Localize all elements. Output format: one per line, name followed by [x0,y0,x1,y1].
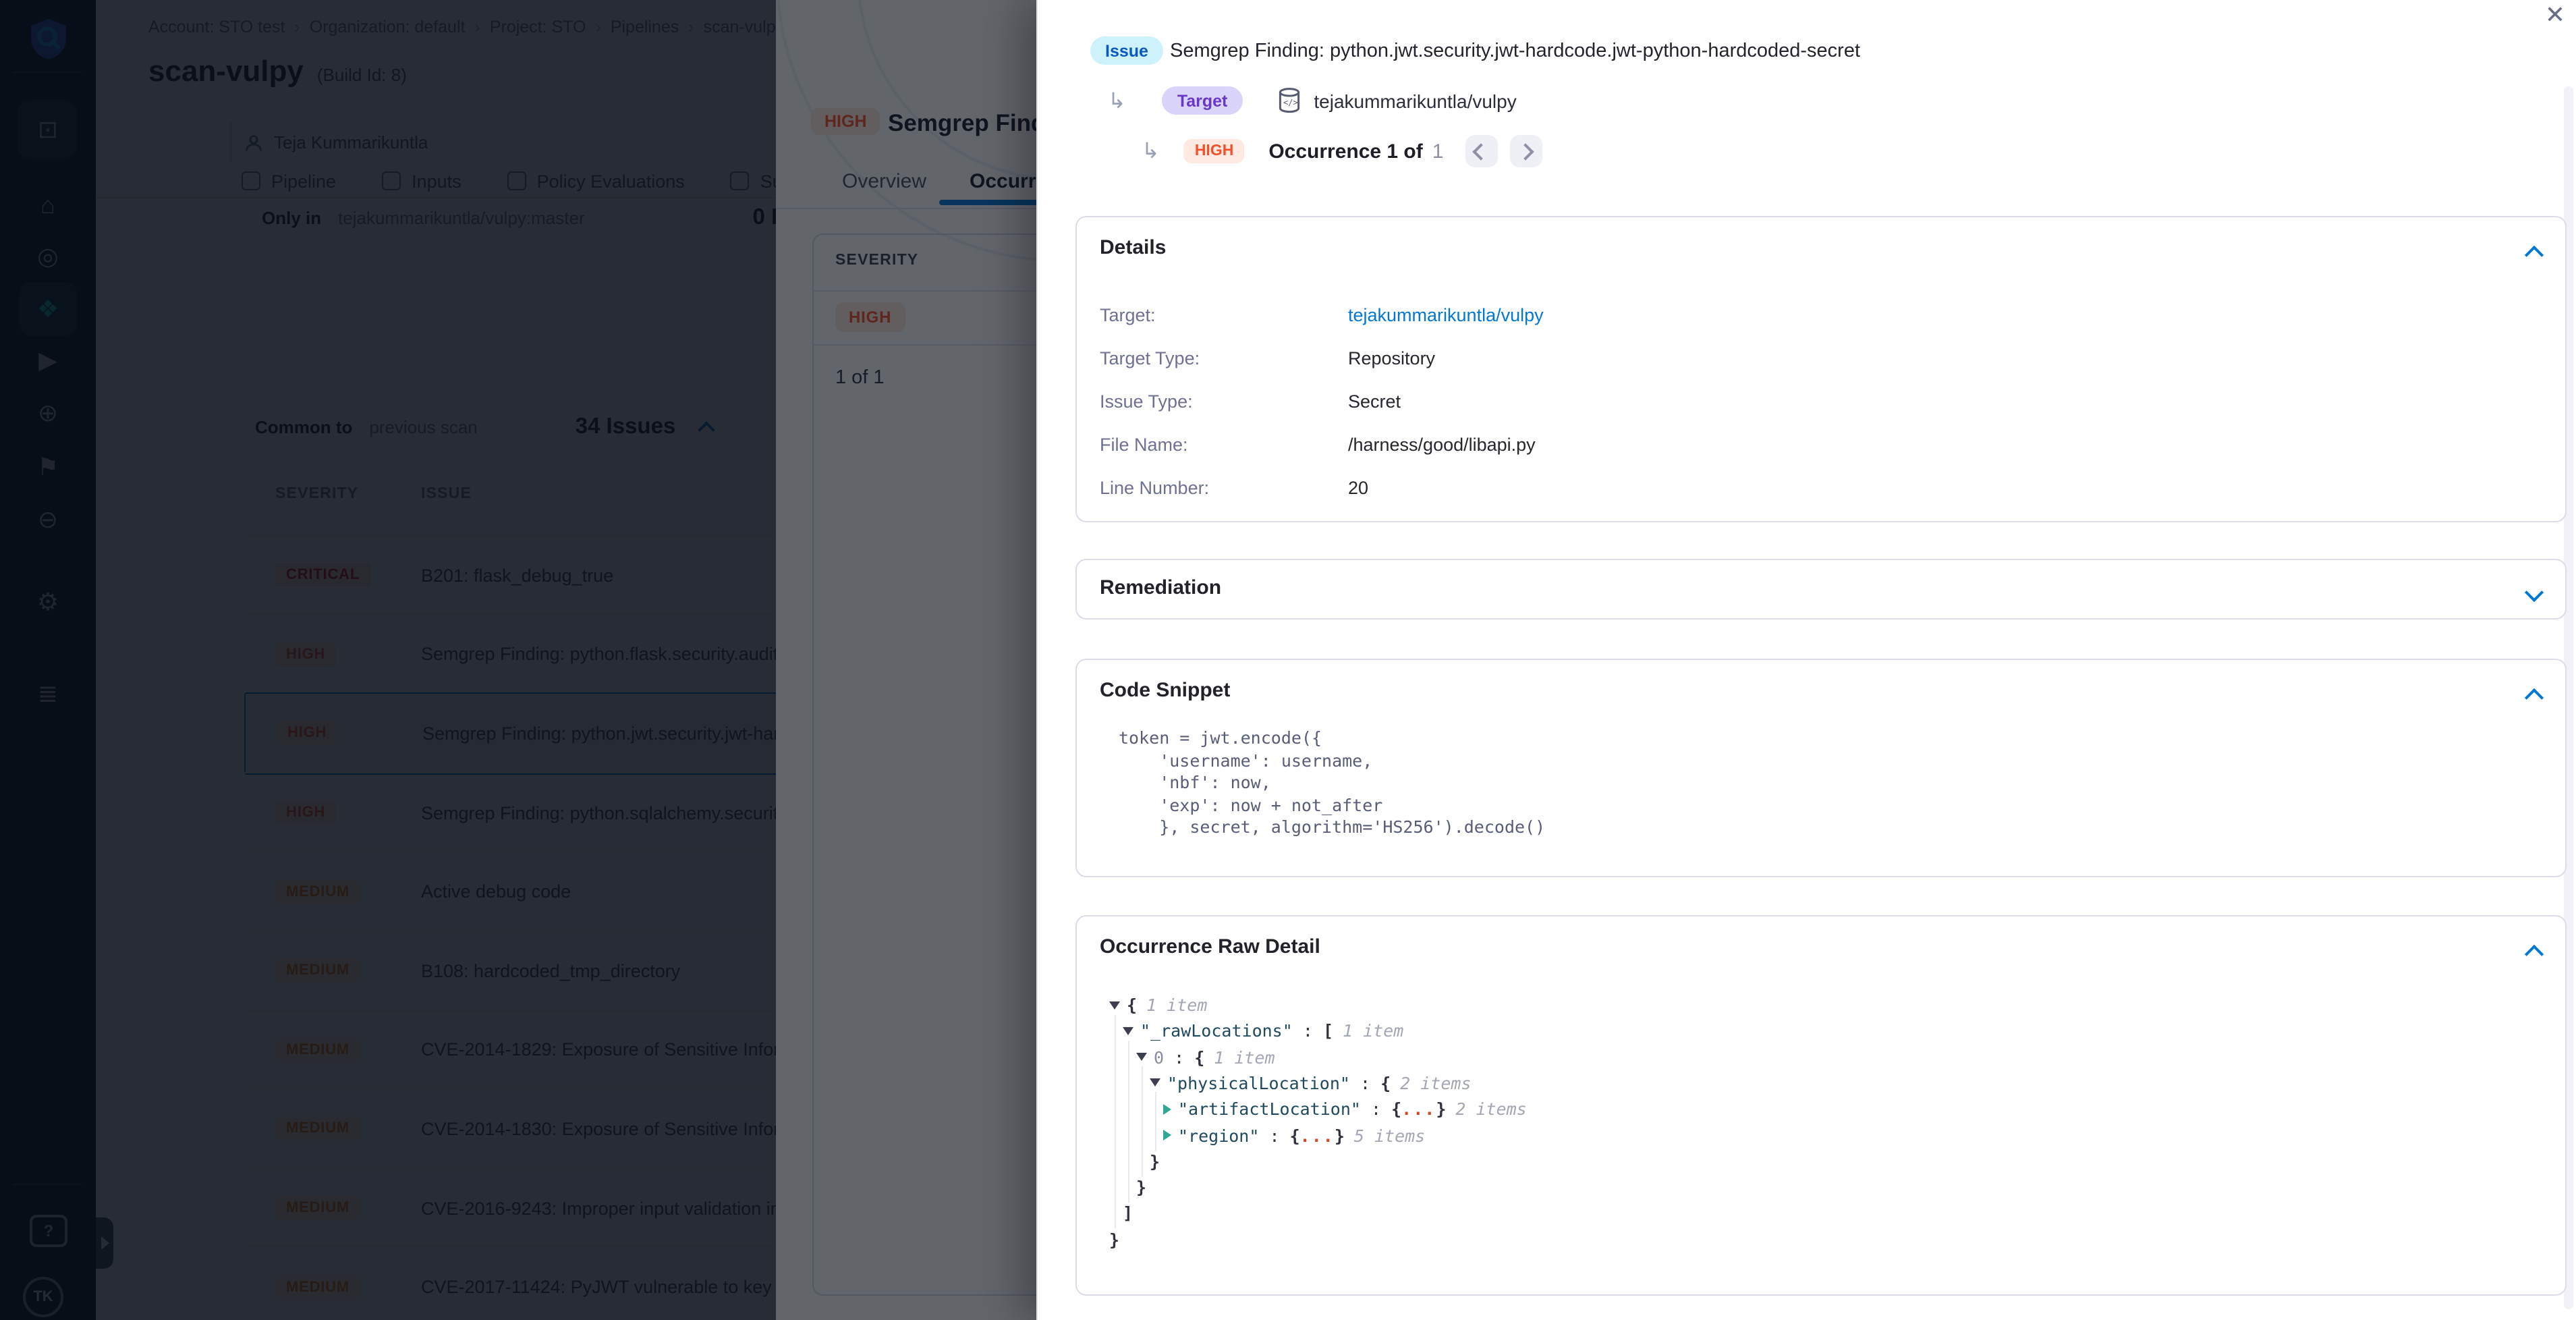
json-token-dots: ... [1401,1099,1436,1119]
tree-guide-line [1142,1066,1143,1177]
severity-badge: HIGH [1184,139,1245,163]
collapse-chevron-icon[interactable] [2527,687,2541,711]
close-icon[interactable]: ✕ [2545,0,2565,30]
json-tree-line[interactable]: "region" : {...} 5 items [1163,1122,1425,1148]
json-token-dots: ... [1300,1125,1335,1145]
detail-label: Target: [1100,304,1348,325]
json-tree-line[interactable]: } [1109,1226,1119,1252]
detail-value: 20 [1348,477,1368,497]
json-tree-line[interactable]: "artifactLocation" : {...} 2 items [1163,1096,1527,1122]
detail-value: Repository [1348,348,1435,368]
detail-row: Line Number:20 [1100,466,1368,509]
json-token-brace: { [1194,1047,1204,1067]
occurrence-nav-row: ↳ HIGH Occurrence 1 of 1 [1142,135,1542,167]
target-row: ↳ Target </> tejakummarikuntla/vulpy [1108,86,1517,115]
code-snippet-title: Code Snippet [1100,679,1230,702]
detail-label: Line Number: [1100,477,1348,497]
json-tree-line[interactable]: } [1150,1149,1160,1174]
detail-label: Issue Type: [1100,391,1348,411]
json-token-brace: } [1150,1151,1160,1172]
detail-value: /harness/good/libapi.py [1348,434,1536,454]
json-token-key: "physicalLocation" [1167,1073,1350,1093]
json-token-key: "_rawLocations" [1140,1021,1293,1041]
json-token-meta: 1 item [1214,1047,1275,1067]
remediation-card: Remediation [1075,559,2567,620]
json-token-meta: 2 items [1400,1073,1471,1093]
json-token-punc: : [1164,1047,1194,1067]
repository-icon: </> [1277,88,1300,113]
json-token-punc: : [1361,1099,1391,1119]
json-token-punc: : [1259,1125,1289,1145]
expanded-arrow-icon[interactable] [1109,1001,1120,1009]
issue-badge: Issue [1090,36,1163,65]
detail-label: Target Type: [1100,348,1348,368]
json-tree-line[interactable]: ] [1123,1201,1133,1226]
branch-arrow-icon: ↳ [1108,87,1126,114]
json-tree-line[interactable]: 0 : {1 item [1136,1044,1275,1070]
collapsed-arrow-icon[interactable] [1163,1130,1171,1140]
json-token-brace: } [1109,1229,1119,1249]
expanded-arrow-icon[interactable] [1123,1027,1133,1035]
detail-row: Issue Type:Secret [1100,379,1401,422]
json-token-meta: 2 items [1455,1099,1526,1119]
json-token-brace: [ [1323,1021,1333,1041]
detail-value: Secret [1348,391,1401,411]
json-token-brace: { [1290,1125,1300,1145]
json-token-meta: 1 item [1146,995,1207,1015]
detail-row: Target:tejakummarikuntla/vulpy [1100,293,1544,336]
detail-label: File Name: [1100,434,1348,454]
next-occurrence-button[interactable] [1509,135,1542,167]
json-tree-line[interactable]: {1 item [1109,992,1207,1018]
json-token-meta: 1 item [1343,1021,1403,1041]
json-tree-line[interactable]: } [1136,1174,1146,1200]
detail-value[interactable]: tejakummarikuntla/vulpy [1348,304,1544,325]
detail-row: Target Type:Repository [1100,336,1435,379]
json-tree-line[interactable]: "physicalLocation" : {2 items [1150,1070,1472,1096]
collapse-chevron-icon[interactable] [2527,943,2541,968]
detail-row: File Name:/harness/good/libapi.py [1100,422,1536,466]
collapsed-arrow-icon[interactable] [1163,1103,1171,1114]
json-token-punc: : [1350,1073,1380,1093]
json-token-key: "region" [1178,1125,1259,1145]
json-token-brace: { [1127,995,1137,1015]
branch-arrow-icon: ↳ [1142,138,1160,165]
json-token-brace: } [1335,1125,1345,1145]
target-badge: Target [1163,86,1243,115]
json-token-brace: { [1380,1073,1391,1093]
expand-chevron-icon[interactable] [2527,582,2541,606]
occurrence-label: Occurrence 1 of [1268,140,1422,163]
details-card: Details Target:tejakummarikuntla/vulpyTa… [1075,216,2567,522]
json-tree-line[interactable]: "_rawLocations" : [1 item [1123,1018,1403,1044]
collapse-chevron-icon[interactable] [2527,244,2541,269]
tree-guide-line [1115,1015,1116,1228]
json-token-punc: : [1293,1021,1323,1041]
raw-detail-title: Occurrence Raw Detail [1100,935,1320,958]
svg-text:</>: </> [1283,98,1297,107]
target-name[interactable]: tejakummarikuntla/vulpy [1314,90,1516,111]
tree-guide-line [1155,1092,1156,1151]
app-root: Account: STO test›Organization: default›… [0,0,2576,1320]
raw-detail-card: Occurrence Raw Detail {1 item"_rawLocati… [1075,915,2567,1296]
chevron-left-icon [1473,142,1490,159]
json-token-meta: 5 items [1354,1125,1425,1145]
tree-guide-line [1128,1041,1129,1203]
expanded-arrow-icon[interactable] [1136,1053,1147,1061]
remediation-title: Remediation [1100,576,1221,599]
expanded-arrow-icon[interactable] [1150,1079,1160,1087]
json-token-brace: ] [1123,1203,1133,1223]
code-snippet-card: Code Snippet token = jwt.encode({ 'usern… [1075,659,2567,877]
json-token-key: "artifactLocation" [1178,1099,1361,1119]
chevron-right-icon [1517,142,1534,159]
json-token-brace: } [1436,1099,1446,1119]
json-token-brace: { [1391,1099,1401,1119]
issue-title: Semgrep Finding: python.jwt.security.jwt… [1170,40,1860,62]
details-title: Details [1100,236,1166,259]
occurrence-detail-drawer: ✕ Issue Semgrep Finding: python.jwt.secu… [1036,0,2576,1320]
json-token-brace: } [1136,1177,1146,1197]
occurrence-total: 1 [1432,140,1444,163]
prev-occurrence-button[interactable] [1465,135,1497,167]
code-snippet: token = jwt.encode({ 'username': usernam… [1119,727,1545,839]
json-token-idx: 0 [1154,1047,1164,1067]
